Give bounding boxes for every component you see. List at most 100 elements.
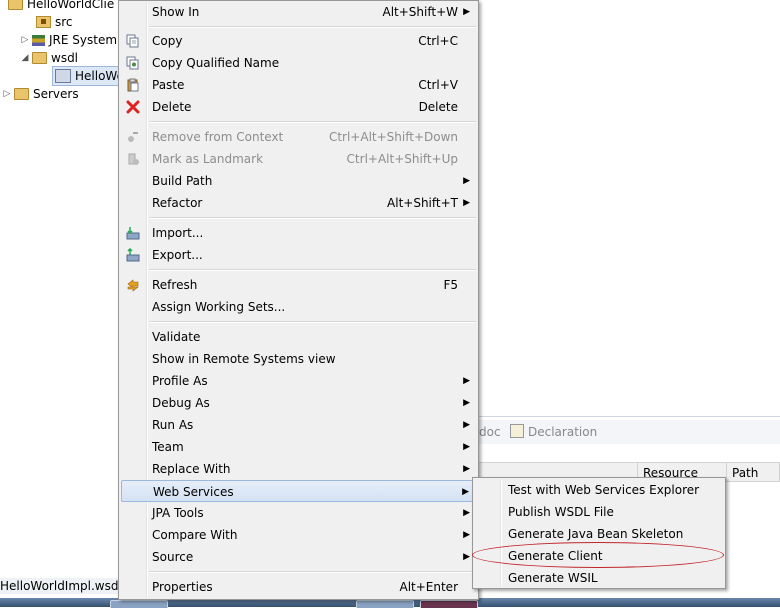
tree-item-wsdl[interactable]: ◢ wsdl — [20, 49, 79, 67]
menu-item-label: Replace With — [152, 462, 231, 476]
menu-item-build-path[interactable]: Build Path ▶ — [121, 170, 476, 192]
tree-item-servers[interactable]: ▷ Servers — [2, 85, 79, 103]
menu-item-label: Test with Web Services Explorer — [508, 483, 700, 497]
submenu-arrow-icon: ▶ — [463, 464, 470, 474]
menu-item-label: Generate Client — [508, 549, 603, 563]
menu-item-label: Export... — [152, 248, 203, 262]
menu-item-label: Assign Working Sets... — [152, 300, 286, 314]
import-icon — [126, 227, 140, 240]
refresh-icon — [127, 279, 139, 292]
landmark-icon — [128, 153, 139, 165]
submenu-arrow-icon: ▶ — [463, 7, 470, 17]
submenu-item-publish-wsdl[interactable]: Publish WSDL File — [475, 501, 723, 523]
menu-item-shortcut: Alt+Enter — [399, 580, 458, 594]
expand-arrow-icon[interactable]: ▷ — [20, 31, 30, 49]
menu-item-refactor[interactable]: Refactor Alt+Shift+T ▶ — [121, 192, 476, 214]
source-folder-icon — [36, 16, 51, 28]
submenu-arrow-icon: ▶ — [462, 487, 469, 497]
delete-icon — [126, 100, 140, 114]
project-folder-icon — [8, 0, 23, 10]
web-services-submenu: Test with Web Services Explorer Publish … — [472, 477, 726, 589]
menu-item-label: Remove from Context — [152, 130, 284, 144]
menu-item-jpa-tools[interactable]: JPA Tools ▶ — [121, 502, 476, 524]
menu-item-copy[interactable]: Copy Ctrl+C — [121, 30, 476, 52]
menu-item-export[interactable]: Export... — [121, 244, 476, 266]
copy-qualified-icon — [126, 56, 139, 70]
library-icon — [32, 34, 45, 46]
menu-item-label: Team — [152, 440, 184, 454]
menu-item-label: JPA Tools — [152, 506, 204, 520]
menu-item-team[interactable]: Team ▶ — [121, 436, 476, 458]
tree-project-label: HelloWorldClie — [27, 0, 115, 11]
menu-item-label: Show In — [152, 5, 200, 19]
submenu-arrow-icon: ▶ — [463, 442, 470, 452]
menu-item-shortcut: Ctrl+Alt+Shift+Down — [328, 130, 458, 144]
tree-item-label: JRE System — [49, 33, 118, 47]
submenu-item-generate-client[interactable]: Generate Client — [472, 542, 724, 568]
submenu-item-generate-wsil[interactable]: Generate WSIL — [475, 567, 723, 589]
folder-icon — [14, 88, 29, 100]
column-header-path[interactable]: Path — [726, 462, 780, 482]
menu-item-label: Build Path — [152, 174, 213, 188]
menu-item-debug-as[interactable]: Debug As ▶ — [121, 392, 476, 414]
wsdl-file-icon — [55, 69, 71, 83]
menu-item-web-services[interactable]: Web Services ▶ — [121, 480, 476, 502]
submenu-arrow-icon: ▶ — [463, 198, 470, 208]
menu-item-show-in-remote-systems[interactable]: Show in Remote Systems view — [121, 348, 476, 370]
menu-item-assign-working-sets[interactable]: Assign Working Sets... — [121, 296, 476, 318]
menu-item-shortcut: Ctrl+C — [418, 34, 458, 48]
menu-item-label: Properties — [152, 580, 213, 594]
tree-item-src[interactable]: src — [34, 13, 73, 31]
menu-item-validate[interactable]: Validate — [121, 326, 476, 348]
menu-item-label: Copy — [152, 34, 183, 48]
folder-icon — [32, 52, 47, 64]
menu-item-label: Delete — [152, 100, 192, 114]
menu-item-shortcut: Delete — [418, 100, 458, 114]
copy-icon — [126, 34, 139, 48]
tab-declaration-label: Declaration — [528, 425, 598, 439]
menu-item-label: Web Services — [153, 485, 234, 499]
submenu-arrow-icon: ▶ — [463, 530, 470, 540]
declaration-icon — [510, 424, 524, 438]
menu-item-show-in[interactable]: Show In Alt+Shift+W ▶ — [121, 1, 476, 23]
menu-item-profile-as[interactable]: Profile As ▶ — [121, 370, 476, 392]
menu-item-label: Copy Qualified Name — [152, 56, 280, 70]
menu-item-compare-with[interactable]: Compare With ▶ — [121, 524, 476, 546]
menu-separator — [149, 121, 476, 123]
menu-item-copy-qualified-name[interactable]: Copy Qualified Name — [121, 52, 476, 74]
menu-item-label: Refactor — [152, 196, 203, 210]
menu-item-replace-with[interactable]: Replace With ▶ — [121, 458, 476, 480]
menu-item-shortcut: Ctrl+V — [418, 78, 458, 92]
tree-item-label: wsdl — [51, 51, 79, 65]
menu-item-refresh[interactable]: Refresh F5 — [121, 274, 476, 296]
menu-item-shortcut: Alt+Shift+T — [387, 196, 458, 210]
menu-item-mark-as-landmark[interactable]: Mark as Landmark Ctrl+Alt+Shift+Up — [121, 148, 476, 170]
export-icon — [126, 248, 140, 262]
menu-item-run-as[interactable]: Run As ▶ — [121, 414, 476, 436]
menu-item-label: Mark as Landmark — [152, 152, 264, 166]
menu-item-import[interactable]: Import... — [121, 222, 476, 244]
menu-item-shortcut: Ctrl+Alt+Shift+Up — [346, 152, 458, 166]
menu-item-remove-from-context[interactable]: Remove from Context Ctrl+Alt+Shift+Down — [121, 126, 476, 148]
submenu-arrow-icon: ▶ — [463, 176, 470, 186]
expand-arrow-icon[interactable]: ▷ — [2, 85, 12, 103]
tree-item-jre[interactable]: ▷ JRE System — [20, 31, 118, 49]
submenu-item-test-explorer[interactable]: Test with Web Services Explorer — [475, 479, 723, 501]
submenu-item-generate-java-bean-skeleton[interactable]: Generate Java Bean Skeleton — [475, 523, 723, 545]
menu-item-label: Refresh — [152, 278, 198, 292]
menu-item-label: Run As — [152, 418, 194, 432]
menu-item-label: Show in Remote Systems view — [152, 352, 336, 366]
tree-item-label: HelloWo — [75, 69, 124, 83]
menu-item-properties[interactable]: Properties Alt+Enter — [121, 576, 476, 598]
menu-item-paste[interactable]: Paste Ctrl+V — [121, 74, 476, 96]
tab-javadoc[interactable]: doc — [479, 424, 501, 440]
menu-separator — [149, 571, 476, 573]
menu-item-delete[interactable]: Delete Delete — [121, 96, 476, 118]
menu-separator — [149, 26, 476, 28]
collapse-arrow-icon[interactable]: ◢ — [20, 49, 30, 67]
context-menu: Show In Alt+Shift+W ▶ Copy Ctrl+C Copy Q… — [118, 0, 479, 600]
tab-declaration[interactable]: Declaration — [510, 424, 597, 440]
menu-item-source[interactable]: Source ▶ — [121, 546, 476, 568]
status-bar: HelloWorldImpl.wsdl - H — [0, 578, 120, 594]
tree-project-node[interactable]: HelloWorldClie — [6, 0, 114, 13]
